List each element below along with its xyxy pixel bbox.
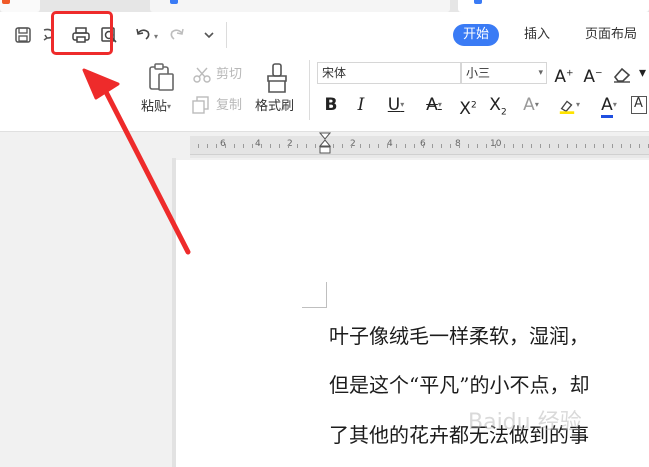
annotation-arrow [82, 68, 191, 255]
